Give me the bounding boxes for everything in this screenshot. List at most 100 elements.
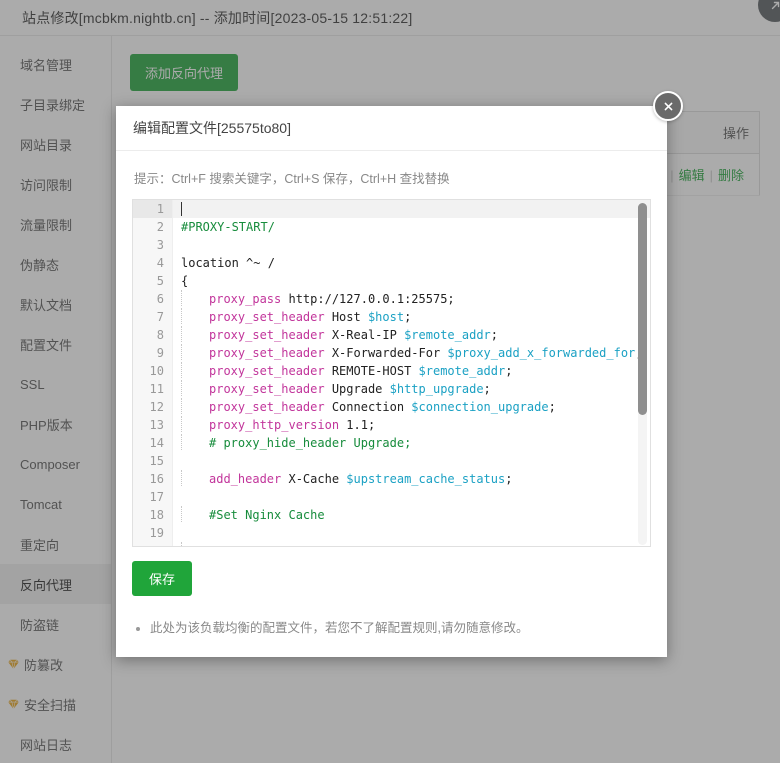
code-line-text[interactable]: proxy_set_header Connection $connection_… xyxy=(173,398,650,416)
code-token: Host xyxy=(324,310,368,324)
code-line: 1 xyxy=(133,200,650,218)
code-line: 10 proxy_set_header REMOTE-HOST $remote_a… xyxy=(133,362,650,380)
code-line-text[interactable]: proxy_set_header REMOTE-HOST $remote_add… xyxy=(173,362,650,380)
code-line-text[interactable]: proxy_set_header Upgrade $http_upgrade; xyxy=(173,380,650,398)
code-token: ; xyxy=(483,382,491,396)
indent-guide xyxy=(181,506,207,522)
code-line: 6 proxy_pass http://127.0.0.1:25575; xyxy=(133,290,650,308)
indent-guide xyxy=(181,308,207,324)
code-token: proxy_set_header xyxy=(209,382,325,396)
line-number: 13 xyxy=(133,416,173,434)
code-line-text[interactable]: #Set Nginx Cache xyxy=(173,506,650,524)
indent-guide xyxy=(181,362,207,378)
line-number: 6 xyxy=(133,290,173,308)
code-line: 4 location ^~ / xyxy=(133,254,650,272)
code-line-text[interactable]: { xyxy=(173,272,650,290)
code-token: ; xyxy=(490,328,499,342)
code-line-text[interactable] xyxy=(173,488,650,506)
code-line: 2 #PROXY-START/ xyxy=(133,218,650,236)
code-token: 1.1; xyxy=(339,418,376,432)
code-line: 3 xyxy=(133,236,650,254)
line-number: 3 xyxy=(133,236,173,254)
code-token: REMOTE-HOST xyxy=(324,364,419,378)
indent-guide xyxy=(181,470,207,486)
line-number: 1 xyxy=(133,200,173,218)
code-token: proxy_http_version xyxy=(209,418,340,432)
code-line-text[interactable] xyxy=(173,452,650,470)
indent-guide xyxy=(181,344,207,360)
code-token: #Set Nginx Cache xyxy=(209,508,325,522)
code-token: #PROXY-START/ xyxy=(181,220,275,234)
code-token: proxy_pass xyxy=(209,292,282,306)
indent-guide xyxy=(181,434,207,450)
line-number: 15 xyxy=(133,452,173,470)
code-token: $proxy_add_x_forwarded_for xyxy=(447,346,636,360)
code-token: X-Real-IP xyxy=(324,328,405,342)
line-number: 12 xyxy=(133,398,173,416)
code-token: / xyxy=(260,256,275,270)
code-token: { xyxy=(181,274,189,288)
code-token: Connection xyxy=(324,400,412,414)
code-line-text[interactable]: # proxy_hide_header Upgrade; xyxy=(173,434,650,452)
code-token: proxy_set_header xyxy=(209,310,325,324)
code-token: add_header xyxy=(209,472,282,486)
editor-scrollbar-track[interactable] xyxy=(638,203,647,545)
code-line-text[interactable]: proxy_set_header X-Real-IP $remote_addr; xyxy=(173,326,650,344)
code-token: location xyxy=(181,256,247,270)
modal-note-text: 此处为该负载均衡的配置文件，若您不了解配置规则,请勿随意修改。 xyxy=(150,621,529,635)
code-token: ; xyxy=(404,310,412,324)
code-line-text[interactable]: proxy_http_version 1.1; xyxy=(173,416,650,434)
code-line: 5{ xyxy=(133,272,650,290)
code-line-text[interactable]: #PROXY-START/ xyxy=(173,218,650,236)
line-number: 20 xyxy=(133,542,173,546)
modal-notes-list: 此处为该负载均衡的配置文件，若您不了解配置规则,请勿随意修改。 xyxy=(132,618,651,638)
code-line: 9 proxy_set_header X-Forwarded-For $proxy… xyxy=(133,344,650,362)
line-number: 17 xyxy=(133,488,173,506)
code-token: $host xyxy=(367,310,405,324)
code-line: 19 xyxy=(133,524,650,542)
modal-note-item: 此处为该负载均衡的配置文件，若您不了解配置规则,请勿随意修改。 xyxy=(150,618,651,638)
code-token: $remote_addr xyxy=(404,328,491,342)
close-icon[interactable] xyxy=(653,91,683,121)
code-lines-container: 1 2 #PROXY-START/3 4 location ^~ /5{6 proxy_p… xyxy=(133,200,650,546)
modal-body: 提示：Ctrl+F 搜索关键字，Ctrl+S 保存，Ctrl+H 查找替换 12… xyxy=(116,151,667,638)
code-line-text[interactable] xyxy=(173,542,650,546)
indent-guide xyxy=(181,326,207,342)
code-token: $upstream_cache_status xyxy=(346,472,506,486)
code-line-text[interactable] xyxy=(173,236,650,254)
line-number: 8 xyxy=(133,326,173,344)
indent-guide xyxy=(181,416,207,432)
code-line-text[interactable]: location ^~ / xyxy=(173,254,650,272)
code-token: $http_upgrade xyxy=(389,382,484,396)
text-cursor xyxy=(181,202,182,216)
code-token: $remote_addr xyxy=(418,364,506,378)
modal-header: 编辑配置文件[25575to80] xyxy=(116,106,667,151)
line-number: 18 xyxy=(133,506,173,524)
code-line: 7 proxy_set_header Host $host; xyxy=(133,308,650,326)
editor-scrollbar-thumb[interactable] xyxy=(638,203,647,415)
code-line-text[interactable]: proxy_set_header X-Forwarded-For $proxy_… xyxy=(173,344,650,362)
line-number: 9 xyxy=(133,344,173,362)
code-token: ; xyxy=(505,364,513,378)
code-line: 17 xyxy=(133,488,650,506)
code-token: proxy_set_header xyxy=(209,400,325,414)
line-number: 19 xyxy=(133,524,173,542)
code-line-text[interactable] xyxy=(173,524,650,542)
code-line: 15 xyxy=(133,452,650,470)
code-token: ; xyxy=(505,472,513,486)
code-line-text[interactable]: proxy_set_header Host $host; xyxy=(173,308,650,326)
code-line: 11 proxy_set_header Upgrade $http_upgrade… xyxy=(133,380,650,398)
save-button[interactable]: 保存 xyxy=(132,561,193,596)
code-line-text[interactable] xyxy=(173,200,650,218)
indent-guide xyxy=(181,380,207,396)
code-line-text[interactable]: proxy_pass http://127.0.0.1:25575; xyxy=(173,290,650,308)
editor-hint-text: 提示：Ctrl+F 搜索关键字，Ctrl+S 保存，Ctrl+H 查找替换 xyxy=(134,172,450,186)
code-token: X-Cache xyxy=(281,472,347,486)
code-line-text[interactable]: add_header X-Cache $upstream_cache_statu… xyxy=(173,470,650,488)
code-line: 8 proxy_set_header X-Real-IP $remote_addr… xyxy=(133,326,650,344)
code-line: 20 xyxy=(133,542,650,546)
config-code-editor[interactable]: 1 2 #PROXY-START/3 4 location ^~ /5{6 proxy_p… xyxy=(132,199,651,547)
line-number: 7 xyxy=(133,308,173,326)
indent-guide xyxy=(181,398,207,414)
code-line: 14 # proxy_hide_header Upgrade; xyxy=(133,434,650,452)
